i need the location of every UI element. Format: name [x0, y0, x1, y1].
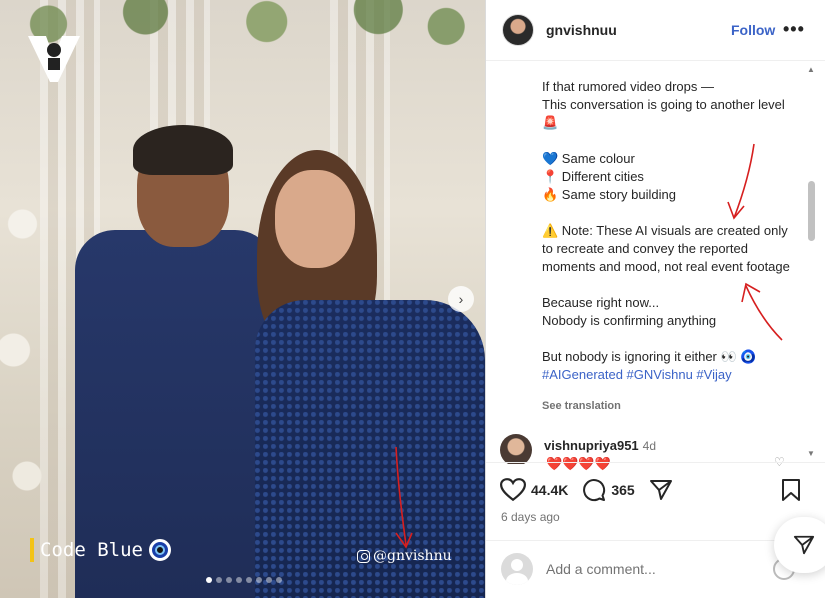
- commenter-avatar[interactable]: [500, 434, 532, 464]
- man-hair: [133, 125, 233, 175]
- likes-count[interactable]: 44.4K: [531, 482, 568, 498]
- slide-dot[interactable]: [226, 577, 232, 583]
- like-heart-icon[interactable]: [500, 478, 526, 502]
- caption-line: ⚠️ Note: These AI visuals are created on…: [542, 223, 790, 274]
- woman-figure: [245, 150, 485, 598]
- author-avatar[interactable]: [502, 14, 534, 46]
- scroll-up-icon[interactable]: ▲: [807, 65, 815, 74]
- caption-line: This conversation is going to another le…: [542, 97, 785, 130]
- post-photo[interactable]: Code Blue @gnvishnu ›: [0, 0, 485, 598]
- slide-dot[interactable]: [256, 577, 262, 583]
- slide-dot[interactable]: [246, 577, 252, 583]
- author-username[interactable]: gnvishnuu: [546, 22, 617, 38]
- current-user-avatar: [501, 553, 533, 585]
- evil-eye-icon: [148, 539, 171, 561]
- caption-scrollbar[interactable]: ▲ ▼: [806, 65, 816, 458]
- share-icon[interactable]: [649, 478, 673, 502]
- comment-item: vishnupriya951 4d: [500, 434, 800, 464]
- commenter-username[interactable]: vishnupriya951: [544, 438, 639, 453]
- instagram-post-view: Code Blue @gnvishnu › gnvishnuu Follow •…: [0, 0, 825, 598]
- comments-count[interactable]: 365: [611, 482, 634, 498]
- slide-indicator: [206, 577, 282, 583]
- yellow-bar: [30, 538, 34, 562]
- action-row: 44.4K 365: [500, 478, 673, 502]
- follow-button[interactable]: Follow: [731, 22, 775, 38]
- send-icon: [793, 535, 815, 555]
- scroll-down-icon[interactable]: ▼: [807, 449, 815, 458]
- caption-line: But nobody is ignoring it either 👀 🧿: [542, 349, 757, 364]
- slide-dot[interactable]: [236, 577, 242, 583]
- caption-line: If that rumored video drops —: [542, 79, 714, 94]
- post-sidebar: gnvishnuu Follow ••• If that rumored vid…: [485, 0, 825, 598]
- comment-icon[interactable]: [582, 478, 606, 502]
- code-blue-label: Code Blue: [40, 539, 143, 561]
- instagram-icon: [357, 549, 370, 563]
- slide-dot[interactable]: [266, 577, 272, 583]
- v-logo-icon: [28, 36, 80, 82]
- post-header: gnvishnuu Follow •••: [486, 0, 825, 61]
- see-translation-link[interactable]: See translation: [542, 400, 621, 412]
- annotation-arrow-down: [395, 446, 413, 549]
- post-timestamp: 6 days ago: [501, 510, 560, 524]
- slide-dot[interactable]: [206, 577, 212, 583]
- annotation-arrow-down: [727, 143, 755, 220]
- slide-dot[interactable]: [216, 577, 222, 583]
- scrollbar-thumb[interactable]: [808, 181, 815, 241]
- code-blue-watermark: Code Blue: [30, 538, 171, 562]
- woman-face: [275, 170, 355, 268]
- slide-dot[interactable]: [276, 577, 282, 583]
- comment-time: 4d: [642, 439, 657, 453]
- more-options-icon[interactable]: •••: [783, 19, 805, 40]
- bookmark-icon[interactable]: [781, 478, 801, 502]
- caption-hashtags[interactable]: #AIGenerated #GNVishnu #Vijay: [542, 366, 792, 384]
- add-comment-input[interactable]: Add a comment...: [546, 561, 656, 577]
- annotation-arrow-up: [741, 282, 783, 341]
- floating-share-button[interactable]: [774, 517, 825, 573]
- flower-decoration-left: [0, 140, 45, 560]
- next-slide-button[interactable]: ›: [448, 286, 474, 312]
